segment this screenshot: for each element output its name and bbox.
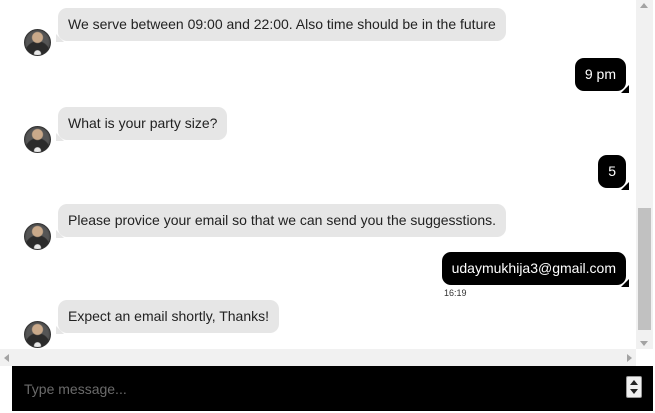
message-bubble: What is your party size? (55, 107, 228, 141)
bot-avatar (24, 321, 51, 348)
scroll-right-arrow-icon[interactable] (627, 354, 632, 362)
scrollbar-thumb[interactable] (638, 208, 651, 330)
spinner-up-icon[interactable] (630, 380, 638, 385)
spinner-down-icon[interactable] (630, 389, 638, 394)
message-bubble: Please provice your email so that we can… (55, 204, 507, 238)
bot-avatar (24, 223, 51, 250)
scroll-down-arrow-icon[interactable] (640, 341, 648, 346)
message-bubble: 5 (598, 155, 629, 190)
message-bubble: We serve between 09:00 and 22:00. Also t… (56, 8, 506, 42)
user-message: 5 (586, 155, 629, 190)
scroll-left-arrow-icon[interactable] (4, 354, 9, 362)
user-message: 9 pm (566, 58, 630, 93)
scroll-up-arrow-icon[interactable] (640, 3, 648, 8)
chat-window: We serve between 09:00 and 22:00. Also t… (0, 0, 655, 413)
message-input[interactable] (12, 366, 612, 411)
message-timestamp: 16:19 (444, 288, 467, 298)
message-bubble: 9 pm (574, 58, 630, 93)
horizontal-scrollbar[interactable] (0, 349, 636, 366)
message-composer (12, 366, 653, 411)
message-bubble: Expect an email shortly, Thanks! (55, 300, 280, 334)
message-bubble: udaymukhija3@gmail.com (441, 252, 630, 287)
message-list[interactable]: We serve between 09:00 and 22:00. Also t… (0, 0, 636, 349)
vertical-scrollbar[interactable] (636, 0, 653, 349)
number-spinner[interactable] (626, 376, 642, 398)
scrollbar-corner (636, 349, 655, 366)
user-message: udaymukhija3@gmail.com 16:19 (436, 252, 630, 300)
bot-avatar (24, 126, 51, 153)
bot-avatar (24, 29, 51, 56)
